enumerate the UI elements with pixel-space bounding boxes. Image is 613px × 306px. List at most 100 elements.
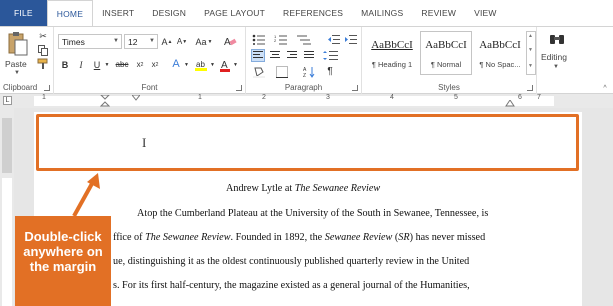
chevron-up-icon[interactable]: ▲ — [528, 33, 533, 39]
highlight-color-icon[interactable]: ab — [193, 57, 209, 72]
vertical-ruler-margin — [2, 118, 12, 173]
align-center-icon[interactable] — [268, 49, 282, 62]
paste-icon — [8, 32, 28, 56]
grow-font-icon[interactable]: A ▲ — [161, 35, 173, 48]
multilevel-list-icon[interactable] — [295, 33, 313, 46]
tab-view[interactable]: VIEW — [465, 0, 506, 26]
svg-text:2: 2 — [274, 38, 277, 43]
paragraph-launcher-icon[interactable] — [352, 85, 358, 91]
font-name-value: Times — [62, 36, 85, 47]
font-group: Times ▼ 12 ▼ A ▲ A ▼ Aa ▼ A B I U ▼ abc x2 … — [54, 27, 246, 94]
tab-references[interactable]: REFERENCES — [274, 0, 352, 26]
ruler-number: 7 — [537, 94, 541, 101]
font-color-dropdown-icon[interactable]: ▼ — [232, 58, 239, 71]
bold-icon[interactable]: B — [59, 58, 71, 71]
copy-icon[interactable] — [36, 44, 50, 56]
superscript-icon[interactable]: x2 — [149, 58, 161, 71]
svg-text:Z: Z — [303, 73, 306, 78]
indent-marker-icon[interactable] — [100, 95, 110, 107]
styles-launcher-icon[interactable] — [527, 85, 533, 91]
tab-design[interactable]: DESIGN — [143, 0, 195, 26]
tab-home[interactable]: HOME — [46, 0, 94, 27]
horizontal-ruler[interactable]: L 1 1 2 3 4 5 6 7 — [0, 94, 613, 108]
subscript-icon[interactable]: x2 — [134, 58, 146, 71]
text-run-italic: Sewanee Review — [324, 232, 393, 243]
editing-group[interactable]: Editing ▼ — [537, 27, 577, 94]
paste-button[interactable] — [6, 31, 30, 57]
styles-group-label: Styles — [438, 83, 460, 92]
font-size-combo[interactable]: 12 ▼ — [124, 34, 158, 49]
text-effects-icon[interactable]: A — [169, 57, 183, 71]
tab-file[interactable]: FILE — [0, 0, 47, 26]
styles-scroll[interactable]: ▲ ▼ ▼ — [526, 31, 536, 75]
font-size-value: 12 — [128, 36, 138, 47]
line-spacing-icon[interactable] — [322, 49, 340, 62]
text-run: ffice of — [113, 232, 146, 243]
underline-dropdown-icon[interactable]: ▼ — [103, 58, 111, 71]
align-left-icon[interactable] — [251, 49, 265, 62]
italic-icon[interactable]: I — [75, 58, 87, 71]
styles-group: AaBbCcI ¶ Heading 1 AaBbCcI ¶ Normal AaB… — [362, 27, 537, 94]
ribbon: Paste ▼ ✂ Clipboard Times ▼ 12 ▼ A ▲ A ▼ A… — [0, 26, 613, 94]
ruler-number: 1 — [42, 94, 46, 101]
show-formatting-icon[interactable]: ¶ — [324, 65, 336, 78]
borders-icon[interactable] — [273, 65, 291, 78]
text-run: . Founded in 1892, the — [230, 232, 325, 243]
style-sample: AaBbCcI — [371, 39, 413, 51]
justify-icon[interactable] — [302, 49, 316, 62]
strikethrough-icon[interactable]: abc — [114, 58, 130, 71]
more-styles-icon[interactable]: ▼ — [528, 63, 533, 69]
numbering-icon[interactable]: 12 — [273, 33, 291, 46]
tab-insert[interactable]: INSERT — [93, 0, 143, 26]
font-name-combo[interactable]: Times ▼ — [58, 34, 122, 49]
shading-icon[interactable] — [251, 65, 269, 78]
change-case-button[interactable]: Aa ▼ — [194, 35, 214, 48]
underline-icon[interactable]: U — [91, 58, 103, 71]
document-line: ffice of The Sewanee Review. Founded in … — [113, 232, 485, 243]
style-heading-1[interactable]: AaBbCcI ¶ Heading 1 — [366, 31, 418, 75]
paste-label[interactable]: Paste — [5, 59, 27, 69]
font-group-label: Font — [141, 83, 158, 92]
tab-page-layout[interactable]: PAGE LAYOUT — [195, 0, 274, 26]
decrease-indent-icon[interactable] — [326, 33, 340, 46]
ruler-track — [34, 96, 554, 106]
style-name: ¶ No Spac... — [479, 60, 521, 69]
document-title: Andrew Lytle at The Sewanee Review — [226, 183, 380, 194]
clear-formatting-icon[interactable]: A — [222, 34, 238, 48]
tab-selector-icon[interactable]: L — [3, 96, 12, 105]
ruler-number: 6 — [518, 94, 522, 101]
increase-indent-icon[interactable] — [343, 33, 357, 46]
bullets-icon[interactable] — [251, 33, 269, 46]
header-margin-highlight[interactable] — [36, 114, 579, 171]
ruler-number: 2 — [262, 94, 266, 101]
vertical-ruler[interactable] — [0, 108, 14, 306]
style-name: ¶ Normal — [430, 60, 462, 69]
tab-mailings[interactable]: MAILINGS — [352, 0, 412, 26]
tab-review[interactable]: REVIEW — [412, 0, 465, 26]
clipboard-launcher-icon[interactable] — [44, 85, 50, 91]
paste-dropdown-icon[interactable]: ▼ — [14, 70, 20, 76]
title-prefix: Andrew Lytle at — [226, 183, 295, 194]
format-painter-icon[interactable] — [36, 58, 50, 70]
style-normal[interactable]: AaBbCcI ¶ Normal — [420, 31, 472, 75]
cut-icon[interactable]: ✂ — [36, 30, 50, 42]
chevron-down-icon[interactable]: ▼ — [528, 47, 533, 53]
align-right-icon[interactable] — [285, 49, 299, 62]
style-sample: AaBbCcI — [425, 39, 467, 51]
font-launcher-icon[interactable] — [236, 85, 242, 91]
right-indent-icon[interactable] — [505, 100, 515, 107]
text-run-italic: The Sewanee Review — [145, 232, 231, 243]
callout-arrow-icon — [72, 173, 100, 217]
text-run-italic: SR — [398, 232, 410, 243]
document-line: ue, distinguishing it as the oldest cont… — [113, 256, 470, 267]
style-no-spacing[interactable]: AaBbCcI ¶ No Spac... — [474, 31, 526, 75]
highlight-dropdown-icon[interactable]: ▼ — [209, 58, 216, 71]
collapse-ribbon-icon[interactable]: ^ — [600, 83, 610, 93]
font-color-icon[interactable]: A — [218, 57, 232, 72]
shrink-font-icon[interactable]: A ▼ — [176, 35, 188, 48]
sort-icon[interactable]: AZ — [302, 65, 316, 78]
first-line-indent-icon[interactable] — [132, 95, 140, 101]
binoculars-icon — [548, 30, 566, 48]
text-effects-dropdown-icon[interactable]: ▼ — [183, 58, 190, 71]
change-case-label: Aa — [195, 36, 207, 47]
